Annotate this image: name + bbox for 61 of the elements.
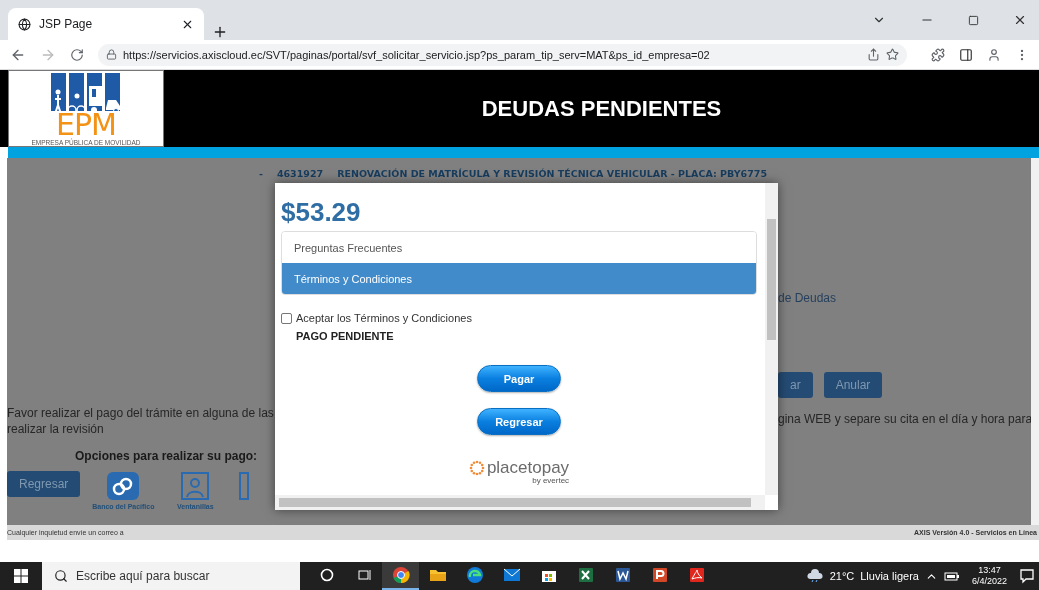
edge-icon[interactable] [465, 566, 484, 584]
brand-name: placetopay [486, 459, 570, 476]
chrome-icon[interactable] [391, 566, 410, 584]
battery-icon[interactable] [943, 570, 960, 582]
close-icon[interactable] [1013, 13, 1027, 27]
back-button[interactable]: Regresar [477, 408, 561, 435]
clock-time: 13:47 [978, 565, 1001, 576]
temperature-text: 21°C [829, 570, 855, 582]
bullet-dash: - [258, 168, 263, 179]
action-button[interactable]: ar [778, 372, 813, 398]
service-number: 4631927 [276, 168, 324, 179]
bank-logo-icon [106, 471, 141, 501]
extensions-icon[interactable] [931, 47, 945, 62]
notice-text: gina WEB y separe su cita en el día y hora para [778, 411, 1033, 427]
back-button[interactable]: Regresar [7, 471, 81, 497]
action-button[interactable]: Anular [823, 372, 883, 398]
share-icon[interactable] [867, 48, 880, 61]
brand-byline: by evertec [532, 476, 570, 485]
payment-status: PAGO PENDIENTE [296, 330, 395, 342]
notification-icon[interactable] [1019, 568, 1035, 584]
profile-icon[interactable] [987, 47, 1001, 62]
menu-item[interactable]: Términos y Condiciones [282, 263, 756, 294]
globe-icon [18, 17, 31, 31]
checkbox[interactable] [281, 312, 292, 324]
device-icon [239, 471, 250, 501]
tab-title: JSP Page [39, 17, 94, 31]
search-icon [54, 569, 68, 583]
payment-options-title: Opciones para realizar su pago: [75, 449, 259, 463]
amount-text: $53.29 [281, 197, 362, 228]
word-icon[interactable] [614, 567, 631, 583]
pay-button[interactable]: Pagar [477, 365, 561, 392]
excel-icon[interactable] [577, 567, 594, 583]
side-panel-icon[interactable] [959, 47, 973, 62]
reload-icon[interactable] [70, 47, 84, 62]
notice-text: Favor realizar el pago del trámite en alguna de las [7, 405, 275, 421]
address-bar[interactable]: https://servicios.axiscloud.ec/SVT/paginas/portal/svf_solicitar_servicio.jsp?ps_param_tip_serv=MAT&ps_id_empresa=02 [98, 43, 907, 66]
circle-icon[interactable] [319, 568, 334, 582]
checkbox-label: Aceptar los Términos y Condiciones [296, 312, 472, 324]
maximize-icon[interactable] [968, 14, 979, 26]
url-text: https://servicios.axiscloud.ec/SVT/paginas/portal/svf_solicitar_servicio.jsp?ps_param_tip_serv=MAT&ps_id_empresa=02 [123, 48, 710, 61]
debts-link[interactable]: de Deudas [778, 291, 1033, 305]
powerpoint-icon[interactable] [651, 567, 668, 583]
folder-icon[interactable] [428, 567, 447, 583]
page-title: DEUDAS PENDIENTES [480, 94, 723, 123]
notice-text: realizar la revisión [7, 421, 105, 437]
new-tab-icon[interactable] [212, 24, 228, 40]
task-view-icon[interactable] [356, 568, 371, 582]
clock-date: 6/4/2022 [971, 576, 1007, 587]
taskbar-search-field[interactable]: Escribe aquí para buscar [42, 562, 300, 590]
windows-start-icon[interactable] [13, 568, 29, 584]
cloud-rain-icon[interactable] [805, 569, 824, 583]
lock-icon [106, 49, 117, 60]
mail-icon[interactable] [502, 568, 521, 582]
logo-text: EPM [56, 111, 116, 139]
sunburst-logo-icon [468, 459, 485, 476]
service-window-icon [180, 471, 211, 501]
weather-text: Lluvia ligera [860, 570, 919, 582]
star-icon[interactable] [886, 48, 899, 61]
service-description: RENOVACIÓN DE MATRÍCULA Y REVISIÓN TÉCNICA VEHICULAR - PLACA: PBY6775 [337, 168, 768, 179]
browser-tab[interactable]: JSP Page [8, 8, 204, 40]
pdf-icon[interactable] [688, 567, 705, 583]
